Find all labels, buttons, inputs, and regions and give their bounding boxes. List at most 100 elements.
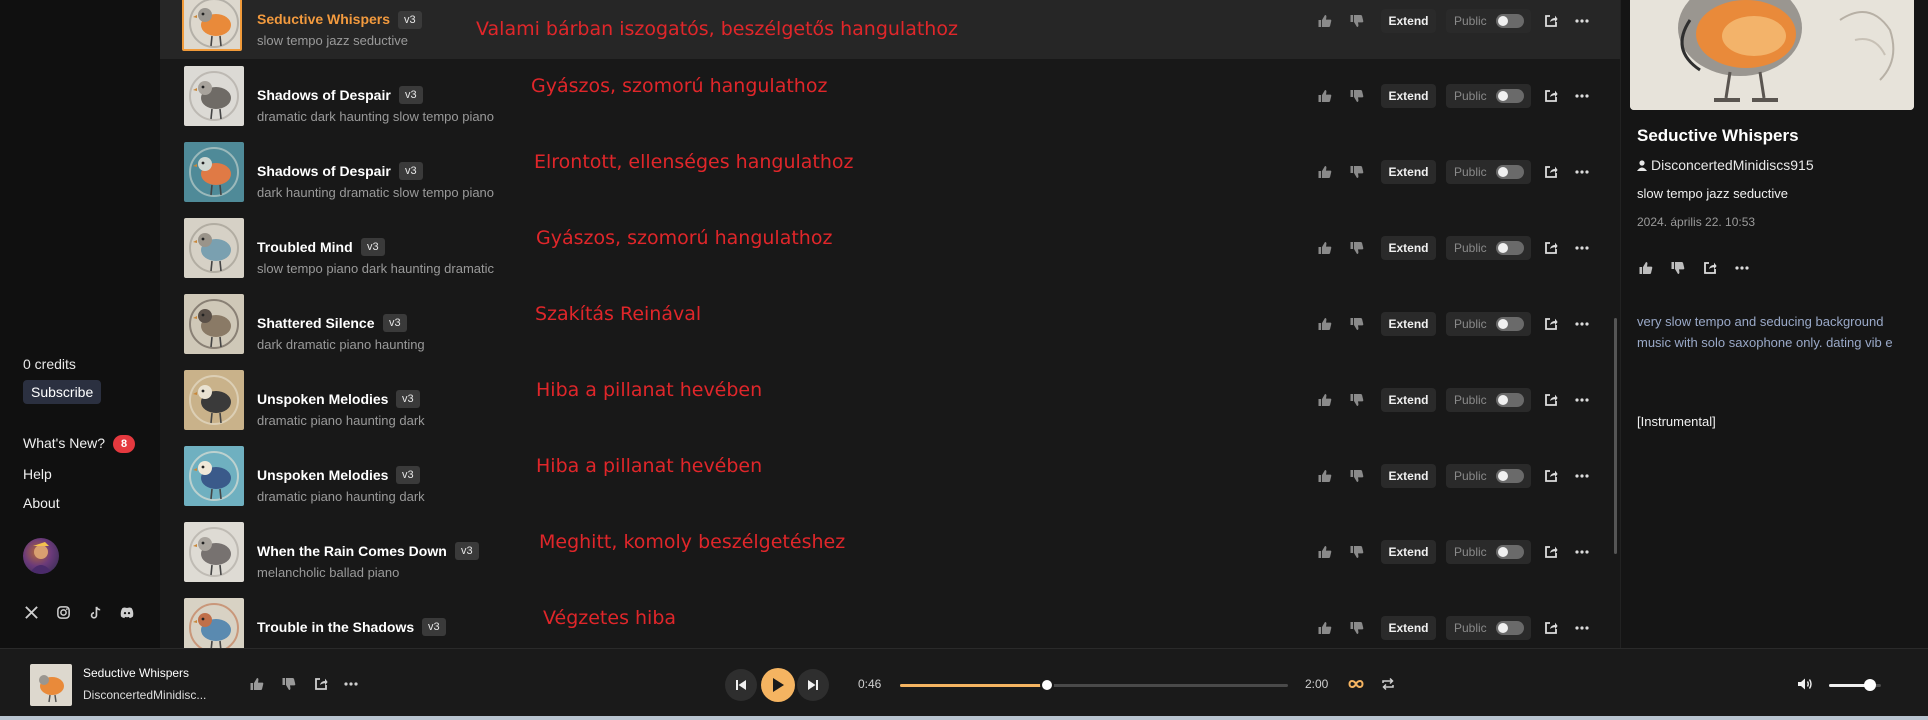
share-icon[interactable] [1542, 163, 1560, 181]
thumbs-up-icon[interactable] [1316, 87, 1334, 105]
song-list-scrollbar[interactable] [1614, 318, 1617, 554]
song-row[interactable]: Troubled Mind v3 slow tempo piano dark hau… [160, 210, 1620, 286]
thumbs-down-icon[interactable] [1348, 619, 1366, 637]
discord-icon[interactable] [119, 604, 135, 620]
thumbs-up-icon[interactable] [1316, 391, 1334, 409]
thumbs-up-icon[interactable] [1316, 543, 1334, 561]
song-row[interactable]: When the Rain Comes Down v3 melancholic ba… [160, 514, 1620, 590]
extend-button[interactable]: Extend [1381, 236, 1436, 260]
volume-icon[interactable] [1796, 675, 1814, 693]
thumbs-up-icon[interactable] [1316, 619, 1334, 637]
tiktok-icon[interactable] [87, 604, 103, 620]
song-title[interactable]: Unspoken Melodies [257, 467, 388, 483]
progress-slider[interactable] [900, 678, 1288, 692]
more-options-icon[interactable] [1573, 619, 1591, 637]
thumbs-up-icon[interactable] [1316, 315, 1334, 333]
public-toggle[interactable]: Public [1446, 236, 1531, 260]
toggle-switch[interactable] [1496, 621, 1524, 635]
volume-handle[interactable] [1863, 679, 1876, 691]
song-title[interactable]: Shadows of Despair [257, 163, 391, 179]
help-link[interactable]: Help [23, 466, 52, 482]
song-cover[interactable] [184, 522, 244, 582]
extend-button[interactable]: Extend [1381, 540, 1436, 564]
song-row[interactable]: Shadows of Despair v3 dramatic dark haunti… [160, 58, 1620, 134]
previous-track-button[interactable] [725, 669, 757, 701]
public-toggle[interactable]: Public [1446, 84, 1531, 108]
about-link[interactable]: About [23, 495, 60, 511]
song-title[interactable]: Troubled Mind [257, 239, 353, 255]
song-row[interactable]: Unspoken Melodies v3 dramatic piano haunti… [160, 438, 1620, 514]
thumbs-up-icon[interactable] [1316, 239, 1334, 257]
player-thumbs-down-icon[interactable] [280, 675, 298, 693]
song-row[interactable]: Trouble in the Shadows v3 Végzetes hiba Ext… [160, 590, 1620, 648]
song-cover[interactable] [184, 370, 244, 430]
public-toggle[interactable]: Public [1446, 540, 1531, 564]
thumbs-up-icon[interactable] [1316, 12, 1334, 30]
thumbs-down-icon[interactable] [1348, 163, 1366, 181]
public-toggle[interactable]: Public [1446, 160, 1531, 184]
toggle-switch[interactable] [1496, 241, 1524, 255]
share-icon[interactable] [1542, 619, 1560, 637]
toggle-switch[interactable] [1496, 545, 1524, 559]
volume-slider[interactable] [1829, 679, 1881, 691]
toggle-switch[interactable] [1496, 14, 1524, 28]
repeat-icon[interactable] [1379, 675, 1397, 693]
extend-button[interactable]: Extend [1381, 160, 1436, 184]
whats-new-link[interactable]: What's New? 8 [23, 435, 136, 453]
subscribe-button[interactable]: Subscribe [23, 380, 102, 404]
player-share-icon[interactable] [312, 675, 330, 693]
song-title[interactable]: Unspoken Melodies [257, 391, 388, 407]
x-icon[interactable] [23, 604, 39, 620]
toggle-switch[interactable] [1496, 317, 1524, 331]
song-title[interactable]: Shattered Silence [257, 315, 375, 331]
public-toggle[interactable]: Public [1446, 312, 1531, 336]
more-options-icon[interactable] [1573, 543, 1591, 561]
toggle-switch[interactable] [1496, 89, 1524, 103]
share-icon[interactable] [1542, 467, 1560, 485]
extend-button[interactable]: Extend [1381, 84, 1436, 108]
song-title[interactable]: When the Rain Comes Down [257, 543, 447, 559]
toggle-switch[interactable] [1496, 165, 1524, 179]
song-row[interactable]: Shadows of Despair v3 dark haunting dramat… [160, 134, 1620, 210]
player-more-icon[interactable] [342, 675, 360, 693]
thumbs-up-icon[interactable] [1637, 259, 1655, 277]
toggle-switch[interactable] [1496, 469, 1524, 483]
public-toggle[interactable]: Public [1446, 9, 1531, 33]
thumbs-down-icon[interactable] [1348, 12, 1366, 30]
song-row[interactable]: Seductive Whispers v3 slow tempo jazz sedu… [160, 0, 1620, 59]
player-thumbs-up-icon[interactable] [248, 675, 266, 693]
share-icon[interactable] [1542, 239, 1560, 257]
more-options-icon[interactable] [1573, 239, 1591, 257]
thumbs-down-icon[interactable] [1348, 467, 1366, 485]
thumbs-down-icon[interactable] [1348, 543, 1366, 561]
public-toggle[interactable]: Public [1446, 464, 1531, 488]
song-cover[interactable] [184, 598, 244, 648]
share-icon[interactable] [1701, 259, 1719, 277]
thumbs-down-icon[interactable] [1348, 315, 1366, 333]
toggle-switch[interactable] [1496, 393, 1524, 407]
user-avatar[interactable] [23, 538, 59, 574]
song-cover[interactable] [184, 66, 244, 126]
public-toggle[interactable]: Public [1446, 388, 1531, 412]
more-options-icon[interactable] [1573, 163, 1591, 181]
share-icon[interactable] [1542, 12, 1560, 30]
detail-user-link[interactable]: DisconcertedMinidiscs915 [1637, 157, 1814, 173]
share-icon[interactable] [1542, 315, 1560, 333]
share-icon[interactable] [1542, 543, 1560, 561]
song-title[interactable]: Seductive Whispers [257, 11, 390, 27]
share-icon[interactable] [1542, 87, 1560, 105]
instagram-icon[interactable] [55, 604, 71, 620]
play-button[interactable] [761, 668, 795, 702]
loop-icon[interactable] [1347, 675, 1365, 693]
song-cover[interactable] [184, 218, 244, 278]
more-options-icon[interactable] [1573, 467, 1591, 485]
song-title[interactable]: Trouble in the Shadows [257, 619, 414, 635]
song-cover[interactable] [184, 142, 244, 202]
extend-button[interactable]: Extend [1381, 9, 1436, 33]
thumbs-up-icon[interactable] [1316, 467, 1334, 485]
song-cover[interactable] [184, 294, 244, 354]
more-options-icon[interactable] [1733, 259, 1751, 277]
share-icon[interactable] [1542, 391, 1560, 409]
player-artist[interactable]: DisconcertedMinidisc... [83, 688, 206, 702]
more-options-icon[interactable] [1573, 391, 1591, 409]
